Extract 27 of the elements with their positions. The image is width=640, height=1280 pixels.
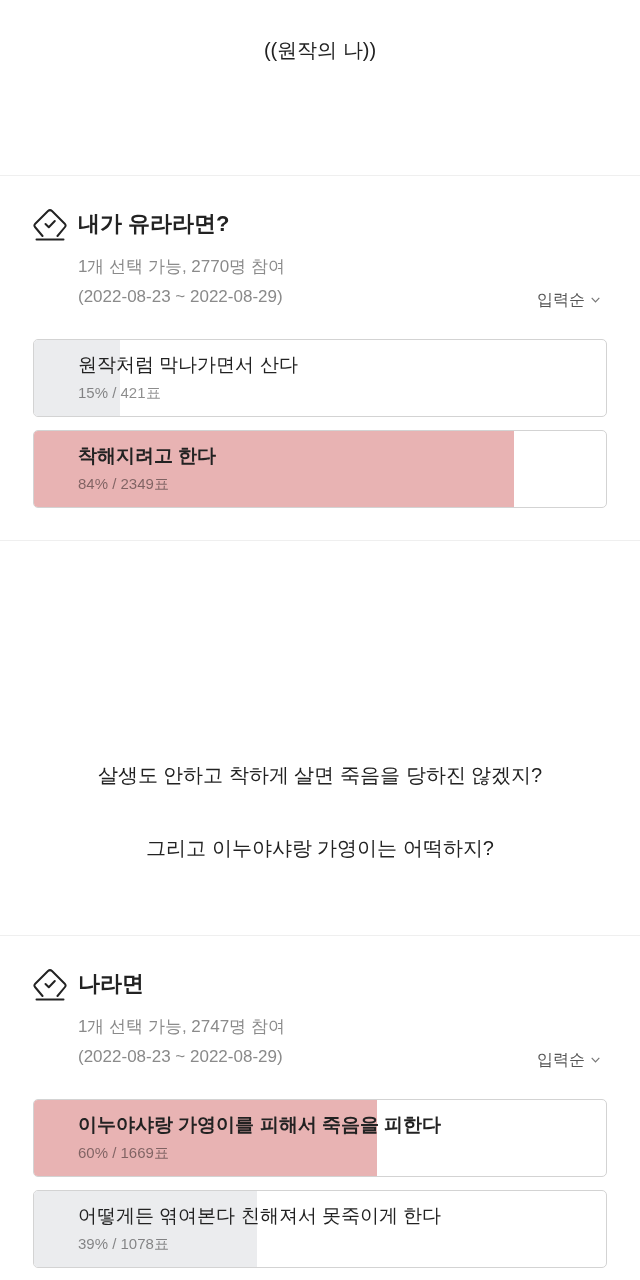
caret-icon <box>591 1057 600 1063</box>
sort-dropdown[interactable]: 입력순 <box>537 1048 600 1072</box>
vote-result: 60% / 1669표 <box>78 1143 170 1163</box>
poll-info: 1개 선택 가능, 2770명 참여 <box>78 256 286 278</box>
poll-option[interactable]: 원작처럼 막나가면서 산다 15% / 421표 <box>33 339 607 417</box>
option-label: 원작처럼 막나가면서 산다 <box>78 353 299 377</box>
caret-icon <box>591 297 600 303</box>
poll-option[interactable]: 착해지려고 한다 84% / 2349표 <box>33 430 607 508</box>
body-text: ((원작의 나)) <box>263 38 377 63</box>
check-diamond-icon <box>33 966 67 1002</box>
poll-option[interactable]: 이누야샤랑 가영이를 피해서 죽음을 피한다 60% / 1669표 <box>33 1099 607 1177</box>
poll-info: 1개 선택 가능, 2747명 참여 <box>78 1016 286 1038</box>
poll-title: 내가 유라라면? <box>78 210 230 238</box>
body-text: 살생도 안하고 착하게 살면 죽음을 당하진 않겠지? <box>97 763 543 788</box>
check-diamond-icon <box>33 206 67 242</box>
poll-title: 나라면 <box>78 970 144 998</box>
sort-dropdown[interactable]: 입력순 <box>537 288 600 312</box>
option-label: 착해지려고 한다 <box>78 444 218 468</box>
option-label: 이누야샤랑 가영이를 피해서 죽음을 피한다 <box>78 1113 443 1137</box>
option-label: 어떻게든 엮여본다 친해져서 못죽이게 한다 <box>78 1204 443 1228</box>
poll-period: (2022-08-23 ~ 2022-08-29) <box>78 286 283 308</box>
poll-option[interactable]: 어떻게든 엮여본다 친해져서 못죽이게 한다 39% / 1078표 <box>33 1190 607 1268</box>
vote-result: 15% / 421표 <box>78 383 162 403</box>
vote-result: 39% / 1078표 <box>78 1234 170 1254</box>
poll-period: (2022-08-23 ~ 2022-08-29) <box>78 1046 283 1068</box>
body-text: 그리고 이누야샤랑 가영이는 어떡하지? <box>146 836 494 861</box>
vote-result: 84% / 2349표 <box>78 474 170 494</box>
